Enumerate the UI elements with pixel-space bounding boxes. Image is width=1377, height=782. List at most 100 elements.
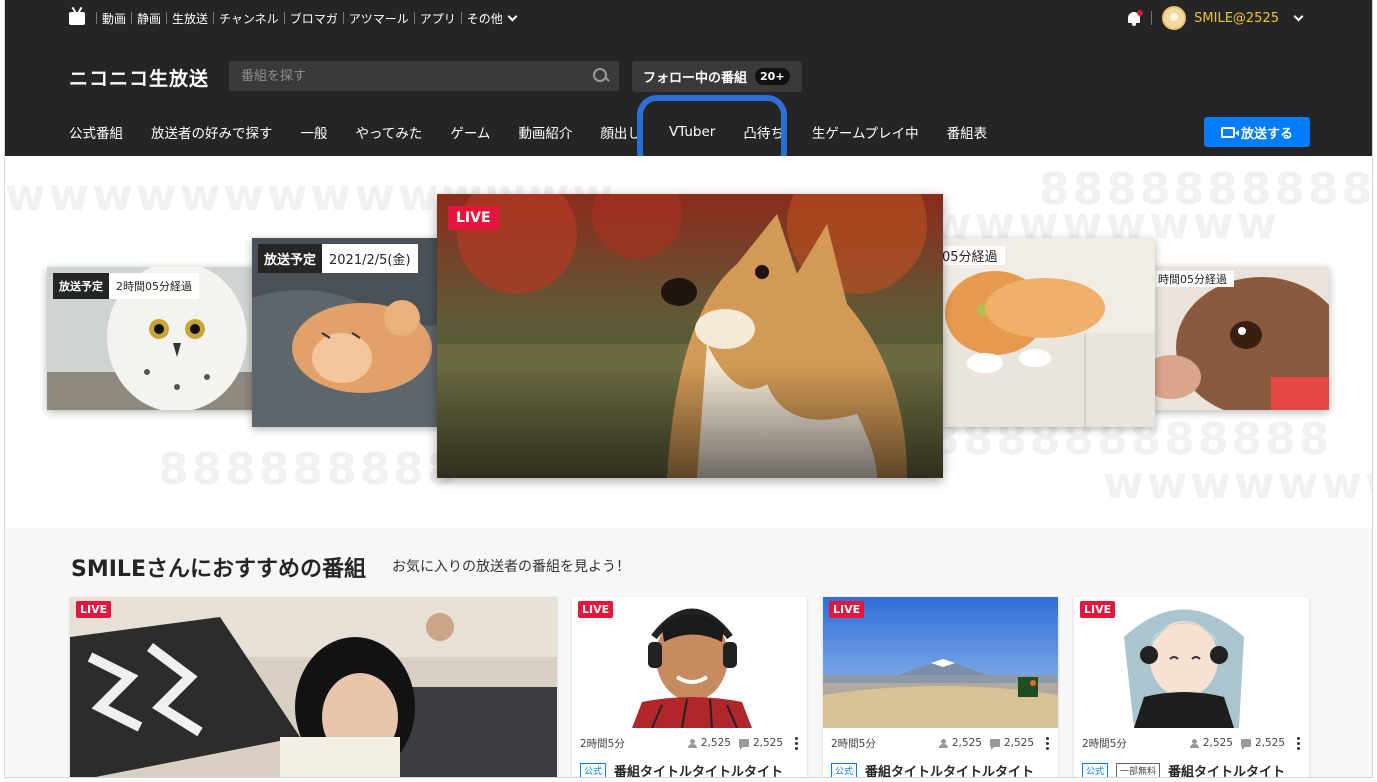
topbar-link-channel[interactable]: チャンネル	[219, 10, 279, 27]
search-box	[229, 61, 619, 91]
topbar-link-douga[interactable]: 動画	[102, 10, 126, 27]
topbar-separator	[342, 12, 344, 24]
category-nav: 公式番組 放送者の好みで探す 一般 やってみた ゲーム 動画紹介 顔出し VTu…	[69, 114, 1015, 150]
user-area: SMILE@2525	[1127, 0, 1304, 36]
card-time: 2時間05分経過	[116, 280, 192, 293]
official-badge: 公式	[831, 763, 858, 777]
video-camera-icon	[1220, 126, 1239, 138]
topbar-separator	[131, 12, 133, 24]
nav-item-game[interactable]: ゲーム	[450, 122, 490, 142]
card-meta: 2時間5分 2,525 2,525	[580, 736, 799, 750]
decor-text: 888888888	[158, 444, 461, 495]
topbar-link-blomaga[interactable]: ブロマガ	[290, 10, 338, 27]
nav-item-schedule[interactable]: 番組表	[947, 122, 988, 142]
recommend-card[interactable]: LIVE 2時間5分 2,525 2,525 公式 番組タイトルタイトルタイト	[823, 597, 1058, 777]
decor-text: wwwwwwww	[1103, 458, 1372, 509]
carousel-card-cat-shelf[interactable]: 05分経過	[925, 238, 1155, 427]
carousel-card-shiba-featured[interactable]: LIVE	[437, 194, 943, 478]
broadcast-button[interactable]: 放送する	[1204, 117, 1310, 147]
topbar-separator	[460, 12, 462, 24]
user-name[interactable]: SMILE@2525	[1194, 11, 1279, 26]
topbar-link-live[interactable]: 生放送	[172, 10, 208, 27]
topbar-link-seiga[interactable]: 静画	[137, 10, 161, 27]
card-status-label: 放送予定 2021/2/5(金)	[258, 244, 418, 273]
nav-item-official[interactable]: 公式番組	[69, 122, 123, 142]
card-title[interactable]: 番組タイトルタイトルタイト	[614, 761, 783, 777]
live-badge: LIVE	[578, 601, 614, 618]
comment-count: 2,525	[1240, 737, 1285, 750]
card-status-tag: 放送予定	[53, 273, 109, 299]
comment-count-value: 2,525	[752, 737, 783, 749]
topbar-separator	[413, 12, 415, 24]
nav-item-live-gameplay[interactable]: 生ゲームプレイ中	[812, 122, 919, 142]
nav-item-general[interactable]: 一般	[301, 122, 328, 142]
nav-item-video-intro[interactable]: 動画紹介	[518, 122, 572, 142]
recommend-card[interactable]: LIVE 2時間5分 2,525 2,525 公式 一部無料 番組タイトルタイト	[1074, 597, 1309, 777]
notification-bell-icon[interactable]	[1127, 10, 1144, 26]
following-programs-button[interactable]: フォロー中の番組 20+	[632, 61, 802, 92]
viewer-icon	[687, 738, 697, 748]
card-title-row: 公式 一部無料 番組タイトルタイト	[1082, 761, 1285, 777]
nav-item-yattemita[interactable]: やってみた	[356, 122, 423, 142]
more-options-icon[interactable]	[1046, 737, 1050, 750]
card-title-row: 公式 番組タイトルタイトルタイト	[831, 761, 1034, 777]
topbar-separator	[96, 12, 97, 24]
recommend-card[interactable]: LIVE 2時間5分 2,525 2,525 公式 番組タイトルタイトルタイト	[572, 597, 807, 777]
recommend-section-title: SMILEさんにおすすめの番組	[71, 557, 366, 582]
card-title[interactable]: 番組タイトルタイト	[1168, 761, 1285, 777]
following-count-badge: 20+	[755, 68, 790, 85]
card-title-row: 公式 番組タイトルタイトルタイト	[580, 761, 783, 777]
carousel-card-sleeping-cat[interactable]: 放送予定 2021/2/5(金)	[252, 238, 452, 427]
bell-clapper	[1132, 23, 1137, 26]
recommend-section-subtitle: お気に入りの放送者の番組を見よう！	[392, 559, 630, 575]
comment-count-value: 2,525	[1003, 737, 1034, 749]
viewer-count: 2,525	[1189, 737, 1233, 749]
official-badge: 公式	[1082, 763, 1109, 777]
global-topbar: 動画 静画 生放送 チャンネル ブロマガ アツマール アプリ その他	[69, 0, 518, 36]
carousel-card-owl[interactable]: 放送予定 2時間05分経過	[47, 267, 257, 410]
browser-viewport: 動画 静画 生放送 チャンネル ブロマガ アツマール アプリ その他 SMILE…	[4, 0, 1373, 778]
comment-icon	[989, 739, 1000, 750]
viewer-count: 2,525	[687, 737, 731, 749]
notification-dot	[1137, 10, 1144, 16]
rabbit-thumbnail	[1151, 267, 1329, 410]
niconico-tv-icon[interactable]	[69, 11, 85, 25]
card-date: 2021/2/5(金)	[329, 253, 411, 268]
card-duration: 2時間5分	[580, 737, 625, 750]
card-status-label: 放送予定 2時間05分経過	[53, 273, 199, 299]
more-options-icon[interactable]	[1297, 737, 1301, 750]
card-meta: 2時間5分 2,525 2,525	[831, 736, 1050, 750]
chevron-down-icon[interactable]	[507, 11, 518, 21]
topbar-link-more[interactable]: その他	[467, 10, 503, 27]
card-title[interactable]: 番組タイトルタイトルタイト	[865, 761, 1034, 777]
topbar-separator	[166, 12, 168, 24]
user-menu-chevron-down-icon[interactable]	[1293, 11, 1304, 21]
viewer-count-value: 2,525	[951, 737, 982, 749]
site-logo[interactable]: ニコニコ生放送	[69, 64, 209, 91]
card-thumbnail: LIVE	[823, 597, 1058, 728]
card-time: 時間05分経過	[1158, 273, 1227, 286]
comment-count: 2,525	[738, 737, 783, 750]
recommend-card-featured[interactable]: LIVE	[70, 597, 557, 777]
topbar-separator	[283, 12, 285, 24]
card-meta: 2時間5分 2,525 2,525	[1082, 736, 1301, 750]
search-input[interactable]	[229, 61, 569, 91]
nav-item-preference[interactable]: 放送者の好みで探す	[151, 122, 273, 142]
viewer-count-value: 2,525	[700, 737, 731, 749]
more-options-icon[interactable]	[795, 737, 799, 750]
carousel-card-rabbit[interactable]: 時間05分経過	[1151, 267, 1329, 410]
card-thumbnail: LIVE	[572, 597, 807, 728]
card-status-tag: 放送予定	[258, 244, 323, 273]
comment-count-value: 2,525	[1254, 737, 1285, 749]
following-programs-label: フォロー中の番組	[643, 71, 748, 86]
topbar-link-atsumaru[interactable]: アツマール	[349, 10, 409, 27]
card-duration: 2時間5分	[1082, 737, 1127, 750]
viewer-count: 2,525	[938, 737, 982, 749]
nav-item-face[interactable]: 顔出し	[600, 122, 641, 142]
broadcast-label: 放送する	[1240, 126, 1293, 142]
user-avatar[interactable]	[1162, 6, 1187, 30]
official-badge: 公式	[580, 763, 607, 777]
search-icon[interactable]	[593, 68, 609, 84]
card-duration: 2時間5分	[831, 737, 876, 750]
topbar-link-app[interactable]: アプリ	[420, 10, 456, 27]
